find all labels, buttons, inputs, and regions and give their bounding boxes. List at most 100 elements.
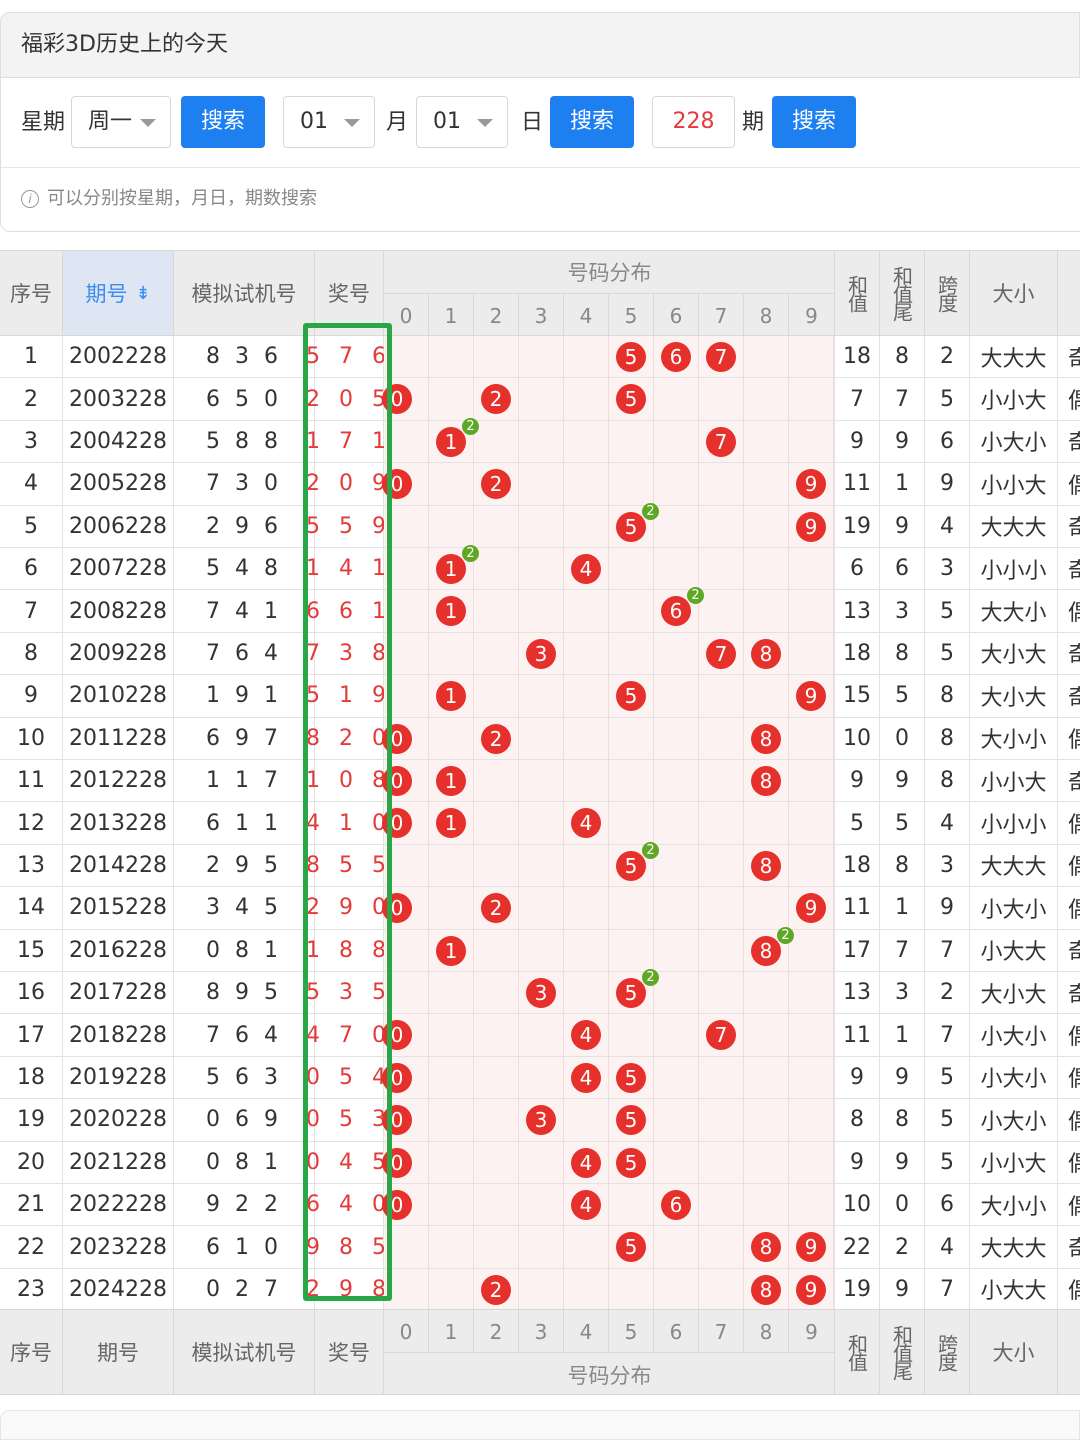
digit-slot: 3 [519,972,564,1014]
digit-slot [789,548,834,590]
sim-cell: 5 8 8 [174,420,315,463]
digit-slot [654,378,699,420]
number-ball: 1 [436,808,466,839]
sim-cell: 1 1 7 [174,760,315,802]
digit-slot [429,505,474,547]
number-ball: 9 [796,511,826,542]
month-label: 月 [386,110,409,135]
foot-zone: 0123456789 号码分布 [384,1310,835,1395]
issue-search-button[interactable]: 搜索 [772,96,856,148]
digit-slot: 4 [564,802,609,844]
seq-cell: 18 [0,1056,63,1099]
week-select-value: 周一 [88,109,133,134]
prize-cell: 1 8 8 [306,929,386,971]
digit-slot [564,378,609,420]
digit-slot [744,505,789,547]
digit-slot [699,675,744,717]
span-cell: 7 [925,1268,970,1311]
digit-slot [609,802,654,844]
number-ball: 9 [796,1232,826,1263]
number-ball: 6 [661,1190,691,1220]
foot-sum-tail-label: 和值尾 [889,1325,914,1379]
week-select[interactable]: 周一 [71,96,171,148]
sim-cell: 7 6 4 [174,632,315,675]
month-select[interactable]: 01 [283,96,375,148]
issue-cell: 2015228 [63,887,174,929]
sum-cell: 18 [835,844,880,887]
digit-slot: 2 [474,887,519,929]
size-cell: 小大小 [970,1056,1058,1099]
digit-slot [519,1141,564,1183]
table-row: 1 2002228 8 3 65 7 6 5 6 7 18 8 2 大大大奇 [0,336,1080,379]
digit-slot [789,1056,834,1099]
digit-slot [789,336,834,378]
issue-cell: 2007228 [63,548,174,590]
digit-slot [654,632,699,675]
digit-slot: 0 [382,463,429,505]
digit-slot [789,420,834,463]
footer-digit-5: 5 [609,1310,654,1353]
seq-cell: 10 [0,717,63,759]
span-cell: 4 [925,1226,970,1268]
number-ball: 8 [751,850,781,881]
digit-slot [429,1268,474,1311]
issue-cell: 2010228 [63,675,174,717]
parity-cell: 偶 [1058,1142,1080,1183]
digit-slot: 1 [429,929,474,971]
digit-slot [789,929,834,971]
digit-slot [699,1099,744,1141]
digit-slot [519,1184,564,1226]
sum-tail-cell: 5 [880,802,925,844]
digit-slot [474,1226,519,1268]
issue-cell: 2008228 [63,590,174,632]
digit-slot [654,1268,699,1311]
digit-slot [609,887,654,929]
sim-cell: 2 9 6 [174,505,315,547]
number-ball: 4 [571,1062,601,1093]
prize-cell: 2 0 5 [306,378,386,420]
number-ball: 2 [481,723,511,754]
sum-cell: 5 [835,802,880,844]
sum-tail-cell: 9 [880,420,925,463]
issue-cell: 2024228 [63,1268,174,1311]
chevron-down-icon [140,119,156,127]
day-select[interactable]: 01 [416,96,508,148]
issue-cell: 2017228 [63,972,174,1014]
digit-slot [699,929,744,971]
digit-slot [564,887,609,929]
sum-cell: 7 [835,378,880,420]
digit-slot [699,1141,744,1183]
span-cell: 5 [925,378,970,420]
week-search-button[interactable]: 搜索 [181,96,265,148]
seq-cell: 13 [0,844,63,887]
number-ball: 8 [751,1232,781,1263]
col-issue-sort[interactable]: 期号 ⇟ [63,251,174,335]
digit-slot [474,632,519,675]
date-search-button[interactable]: 搜索 [550,96,634,148]
digit-slot [429,336,474,378]
digit-slot [384,420,429,463]
digit-slot [519,1014,564,1056]
search-hint-text: 可以分别按星期，月日，期数搜索 [47,188,317,209]
number-ball: 0 [382,384,412,415]
digit-slot: 9 [789,463,834,505]
number-ball: 0 [382,808,412,839]
digit-slot [654,675,699,717]
digit-slot [609,632,654,675]
footer-digit-9: 9 [789,1310,835,1353]
digit-slot [474,548,519,590]
col-span-label: 跨度 [934,275,959,311]
distribution-cell: 52 9 [384,502,835,547]
digit-slot: 52 [609,969,659,1014]
digit-slot [699,378,744,420]
digit-slot [654,802,699,844]
issue-input[interactable]: 228 [652,96,735,148]
digit-slot: 5 [609,1099,654,1141]
digit-slot [384,1268,429,1311]
digit-slot [429,1184,474,1226]
span-cell: 8 [925,760,970,802]
prize-cell: 6 6 1 [306,590,386,632]
header-digit-1: 1 [429,294,474,337]
digit-slot [744,463,789,505]
digit-slot: 2 [474,1268,519,1311]
